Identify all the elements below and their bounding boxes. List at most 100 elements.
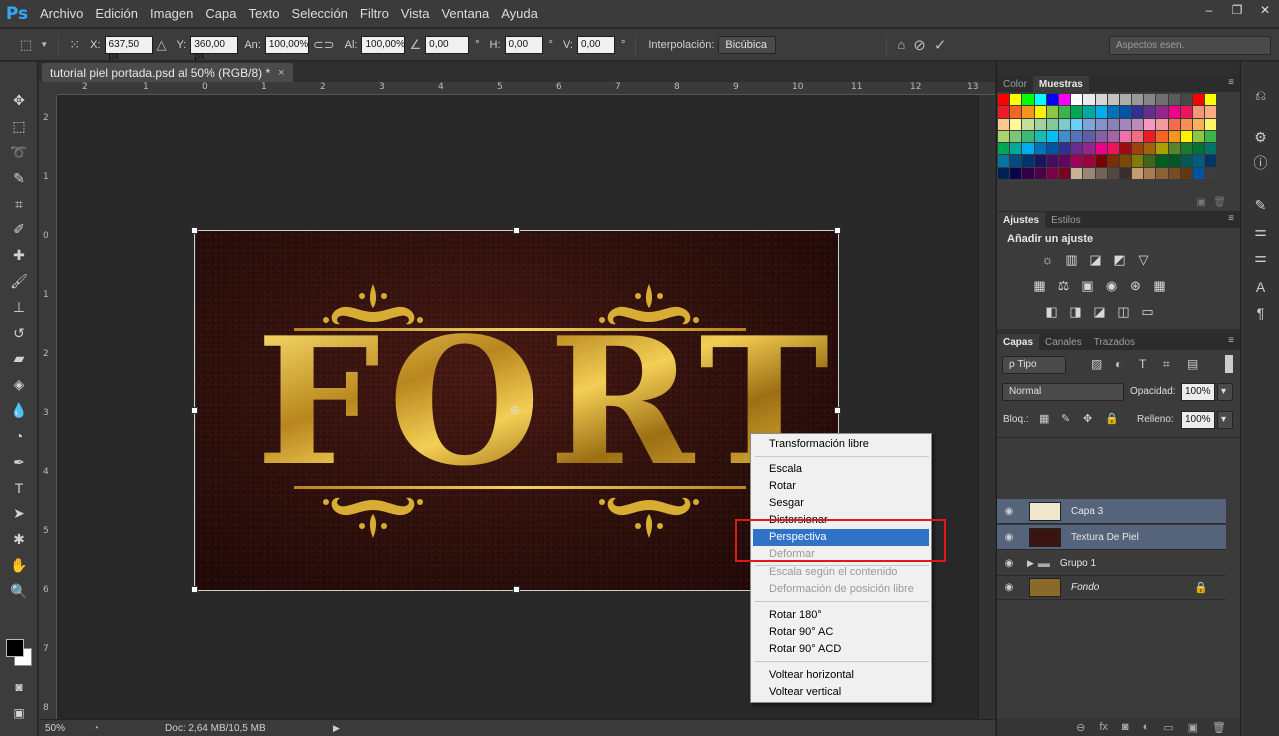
color-swatch[interactable] <box>1144 143 1156 155</box>
filter-image-icon[interactable]: ▨ <box>1091 357 1102 371</box>
chevron-down-icon[interactable]: ▼ <box>40 40 48 49</box>
menu-filtro[interactable]: Filtro <box>354 0 395 28</box>
color-swatch[interactable] <box>1058 106 1071 118</box>
color-swatch[interactable] <box>1046 167 1058 180</box>
vibrance-icon[interactable]: ▽ <box>1135 251 1152 268</box>
color-swatch[interactable] <box>1034 118 1046 130</box>
brush-tool-icon[interactable]: 🖌 <box>0 269 38 295</box>
color-swatch[interactable] <box>1168 155 1180 167</box>
color-swatch[interactable] <box>1010 143 1022 155</box>
color-swatch[interactable] <box>1046 118 1058 130</box>
color-swatch[interactable] <box>1046 94 1058 106</box>
info-icon[interactable]: ⓘ <box>1241 150 1279 176</box>
color-swatch[interactable] <box>1071 167 1083 180</box>
color-swatch[interactable] <box>1205 155 1217 167</box>
color-swatch[interactable] <box>1095 167 1107 180</box>
hue-saturation-icon[interactable]: ▦ <box>1031 277 1048 294</box>
color-swatch[interactable] <box>1156 167 1168 180</box>
color-swatch[interactable] <box>1058 130 1071 143</box>
menu-item-rotar-180[interactable]: Rotar 180° <box>753 607 929 624</box>
tab-trazados[interactable]: Trazados <box>1088 334 1141 350</box>
adjustment-layer-icon[interactable]: ◐ <box>1143 721 1150 733</box>
close-tab-icon[interactable]: × <box>278 67 284 79</box>
new-group-icon[interactable]: ▭ <box>1163 721 1173 734</box>
brush-preset-icon[interactable]: ✎ <box>1241 192 1279 218</box>
screen-mode-icon[interactable]: ▣ <box>0 700 38 726</box>
transform-handle-bottom-left[interactable] <box>191 586 198 593</box>
restore-button[interactable]: ❐ <box>1223 0 1251 20</box>
fill-dropdown[interactable]: ▾ <box>1217 411 1233 429</box>
color-swatch[interactable] <box>1156 130 1168 143</box>
v-skew-field[interactable]: 0,00 <box>576 35 615 54</box>
color-swatch[interactable] <box>1168 143 1180 155</box>
h-skew-field[interactable]: 0,00 <box>504 35 543 54</box>
channel-mixer-icon[interactable]: ⊛ <box>1127 277 1144 294</box>
color-swatch[interactable] <box>1132 167 1144 180</box>
color-swatch[interactable] <box>1107 143 1119 155</box>
menu-item-rotar-90-acd[interactable]: Rotar 90° ACD <box>753 641 929 658</box>
expand-arrow-icon[interactable]: ▶ <box>1027 558 1034 569</box>
color-swatch[interactable] <box>1010 130 1022 143</box>
color-swatch[interactable] <box>1010 167 1022 180</box>
color-swatch[interactable] <box>1205 94 1217 106</box>
delta-icon[interactable]: △ <box>157 37 167 53</box>
color-swatch[interactable] <box>1119 130 1132 143</box>
color-swatch[interactable] <box>1168 106 1180 118</box>
transform-tool-icon[interactable]: ⬚ <box>20 37 32 53</box>
color-swatch[interactable] <box>1107 106 1119 118</box>
menu-edicion[interactable]: Edición <box>89 0 144 28</box>
color-lookup-icon[interactable]: ▦ <box>1151 277 1168 294</box>
layer-name[interactable]: Capa 3 <box>1071 506 1103 517</box>
color-swatch[interactable] <box>1193 167 1205 180</box>
color-swatch[interactable] <box>1095 130 1107 143</box>
threshold-icon[interactable]: ◪ <box>1091 303 1108 320</box>
zoom-level[interactable]: 50% <box>45 723 87 734</box>
color-swatch[interactable] <box>1071 143 1083 155</box>
color-swatch[interactable] <box>1034 155 1046 167</box>
panel-menu-icon[interactable]: ≡ <box>1228 213 1234 224</box>
color-swatch[interactable] <box>1010 106 1022 118</box>
transform-handle-top-right[interactable] <box>834 227 841 234</box>
layer-row-fondo[interactable]: ◉ Fondo 🔒 <box>997 575 1226 600</box>
cancel-transform-icon[interactable]: ⊘ <box>913 36 926 54</box>
color-swatch[interactable] <box>1034 94 1046 106</box>
lock-transparency-icon[interactable]: ▦ <box>1039 412 1049 425</box>
filter-toggle[interactable] <box>1225 355 1233 373</box>
transform-handle-right[interactable] <box>834 407 841 414</box>
color-swatch[interactable] <box>1034 130 1046 143</box>
color-swatch[interactable] <box>1022 106 1034 118</box>
menu-texto[interactable]: Texto <box>242 0 285 28</box>
paragraph-icon[interactable]: ¶ <box>1241 300 1279 326</box>
color-swatch[interactable] <box>1083 143 1095 155</box>
color-swatch[interactable] <box>1083 94 1095 106</box>
tab-canales[interactable]: Canales <box>1039 334 1088 350</box>
width-field[interactable]: 100,00% <box>264 35 309 54</box>
path-selection-tool-icon[interactable]: ➤ <box>0 501 38 527</box>
color-swatch[interactable] <box>1193 143 1205 155</box>
panel-menu-icon[interactable]: ≡ <box>1228 335 1234 346</box>
color-swatch[interactable] <box>1046 143 1058 155</box>
tab-color[interactable]: Color <box>997 76 1033 92</box>
color-swatch[interactable] <box>1144 167 1156 180</box>
posterize-icon[interactable]: ◨ <box>1067 303 1084 320</box>
paint-bucket-tool-icon[interactable]: ◈ <box>0 372 38 398</box>
clone-source-icon[interactable]: ⚌ <box>1241 244 1279 270</box>
color-swatch[interactable] <box>1010 94 1022 106</box>
tab-estilos[interactable]: Estilos <box>1045 212 1086 228</box>
menu-ayuda[interactable]: Ayuda <box>495 0 544 28</box>
brush-settings-icon[interactable]: ⚌ <box>1241 218 1279 244</box>
filter-smart-object-icon[interactable]: ▤ <box>1187 357 1198 371</box>
color-swatch[interactable] <box>1168 94 1180 106</box>
history-brush-tool-icon[interactable]: ↺ <box>0 320 38 346</box>
color-swatch[interactable] <box>1083 118 1095 130</box>
color-swatch[interactable] <box>1119 155 1132 167</box>
color-swatch[interactable] <box>998 143 1010 155</box>
pen-tool-icon[interactable]: ✒ <box>0 449 38 475</box>
history-icon[interactable]: ⎌ <box>1241 82 1279 108</box>
color-swatch[interactable] <box>1132 143 1144 155</box>
color-swatch[interactable] <box>1193 155 1205 167</box>
minimize-button[interactable]: – <box>1195 0 1223 20</box>
healing-brush-tool-icon[interactable]: ✚ <box>0 243 38 269</box>
color-swatch[interactable] <box>1144 94 1156 106</box>
color-swatch[interactable] <box>1034 106 1046 118</box>
